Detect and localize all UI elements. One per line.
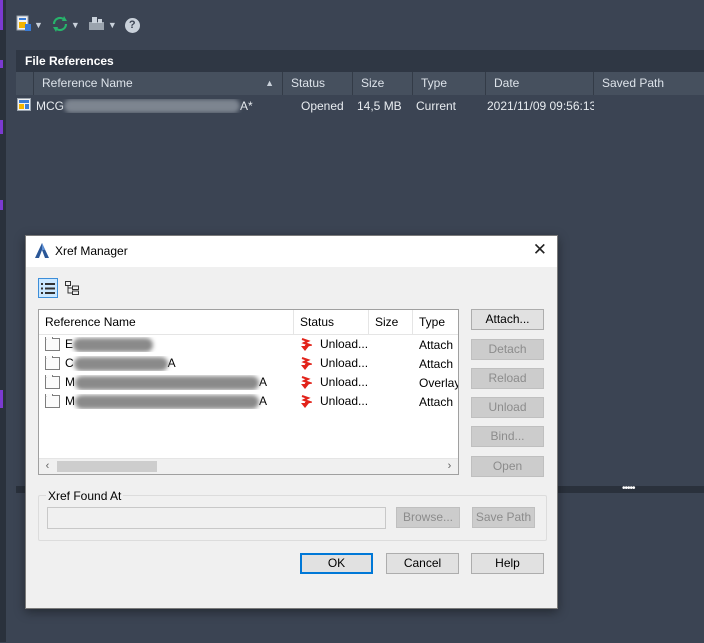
size-cell: 14,5 MB xyxy=(357,99,402,113)
unload-button[interactable]: Unload xyxy=(471,397,544,418)
chevron-down-icon: ▼ xyxy=(107,20,117,30)
list-header-row: Reference Name Status Size Type xyxy=(39,310,458,335)
refresh-dropdown-button[interactable]: ▼ xyxy=(49,14,82,36)
xref-manager-dialog: Xref Manager ✕ Reference Name Status Siz… xyxy=(25,235,558,609)
unloaded-arrow-icon xyxy=(300,375,320,389)
tree-view-icon xyxy=(65,281,79,295)
unloaded-arrow-icon xyxy=(300,337,320,351)
help-dialog-button[interactable]: Help xyxy=(471,553,544,574)
xref-found-at-field[interactable] xyxy=(47,507,386,529)
column-header-date[interactable]: Date xyxy=(486,72,594,95)
column-header-icon xyxy=(16,72,34,95)
column-header-saved-path[interactable]: Saved Path xyxy=(594,72,704,95)
reference-name-cell: MCG A* xyxy=(36,98,253,114)
xref-file-icon xyxy=(45,394,60,409)
attach-button[interactable]: Attach... xyxy=(471,309,544,330)
file-references-header[interactable]: File References xyxy=(16,50,704,72)
column-header-reference-name[interactable]: Reference Name xyxy=(39,310,294,334)
sort-ascending-icon: ▲ xyxy=(265,78,274,88)
xref-file-icon xyxy=(45,356,60,371)
left-edge-strip xyxy=(0,0,6,642)
column-header-reference-name[interactable]: Reference Name ▲ xyxy=(34,72,283,95)
open-button[interactable]: Open xyxy=(471,456,544,477)
tree-view-button[interactable] xyxy=(62,278,82,298)
list-item[interactable]: E Unload... Attach xyxy=(39,335,458,354)
list-item[interactable]: MA Unload... Overlay xyxy=(39,373,458,392)
chevron-down-icon: ▼ xyxy=(34,20,43,30)
list-view-icon xyxy=(41,282,55,294)
reference-list[interactable]: Reference Name Status Size Type E Unload… xyxy=(38,309,459,475)
status-cell: Opened xyxy=(301,99,344,113)
refresh-icon xyxy=(51,15,69,36)
redacted-name xyxy=(73,337,154,352)
detach-button[interactable]: Detach xyxy=(471,339,544,360)
xref-file-icon xyxy=(45,337,60,352)
column-header-status[interactable]: Status xyxy=(294,310,369,334)
table-row[interactable]: MCG A* Opened 14,5 MB Current 2021/11/09 … xyxy=(16,95,704,117)
xref-file-icon xyxy=(45,375,60,390)
column-header-status[interactable]: Status xyxy=(283,72,353,95)
table-header-row: Reference Name ▲ Status Size Type Date S… xyxy=(16,72,704,95)
redacted-name xyxy=(64,99,240,114)
close-icon[interactable]: ✕ xyxy=(533,241,547,258)
column-header-type[interactable]: Type xyxy=(413,310,458,334)
browse-button[interactable]: Browse... xyxy=(396,507,460,528)
unloaded-arrow-icon xyxy=(300,394,320,408)
help-icon: ? xyxy=(124,17,140,33)
help-button[interactable]: ? xyxy=(123,14,142,36)
autocad-logo-icon xyxy=(35,243,49,261)
palette-toolbar: ▼ ▼ ▼ ? xyxy=(14,12,142,38)
cancel-button[interactable]: Cancel xyxy=(386,553,459,574)
reload-button[interactable]: Reload xyxy=(471,368,544,389)
ok-button[interactable]: OK xyxy=(300,553,373,574)
change-path-dropdown-button[interactable]: ▼ xyxy=(86,14,119,36)
list-item[interactable]: MA Unload... Attach xyxy=(39,392,458,411)
xref-found-at-label: Xref Found At xyxy=(46,489,124,503)
list-item[interactable]: CA Unload... Attach xyxy=(39,354,458,373)
unloaded-arrow-icon xyxy=(300,356,320,370)
scroll-right-icon[interactable]: › xyxy=(442,460,457,473)
file-references-table: Reference Name ▲ Status Size Type Date S… xyxy=(16,72,704,117)
list-view-button[interactable] xyxy=(38,278,58,298)
change-path-icon xyxy=(88,15,106,35)
scrollbar-thumb[interactable] xyxy=(57,461,157,472)
save-path-button[interactable]: Save Path xyxy=(472,507,535,528)
column-header-size[interactable]: Size xyxy=(369,310,413,334)
chevron-down-icon: ▼ xyxy=(70,20,80,30)
dialog-title: Xref Manager xyxy=(55,244,128,258)
attach-dwg-icon xyxy=(16,15,32,35)
dialog-title-bar[interactable]: Xref Manager ✕ xyxy=(26,236,557,267)
view-toggle-group xyxy=(38,278,82,298)
date-cell: 2021/11/09 09:56:13 xyxy=(487,99,594,113)
column-header-size[interactable]: Size xyxy=(353,72,413,95)
drawing-file-icon xyxy=(16,97,34,115)
horizontal-scrollbar[interactable]: ‹ › xyxy=(39,458,458,474)
redacted-name xyxy=(75,394,259,409)
column-header-type[interactable]: Type xyxy=(413,72,486,95)
bind-button[interactable]: Bind... xyxy=(471,426,544,447)
scroll-left-icon[interactable]: ‹ xyxy=(40,460,55,473)
type-cell: Current xyxy=(416,99,457,113)
attach-dropdown-button[interactable]: ▼ xyxy=(14,14,45,36)
redacted-name xyxy=(75,375,259,390)
redacted-name xyxy=(73,356,168,371)
